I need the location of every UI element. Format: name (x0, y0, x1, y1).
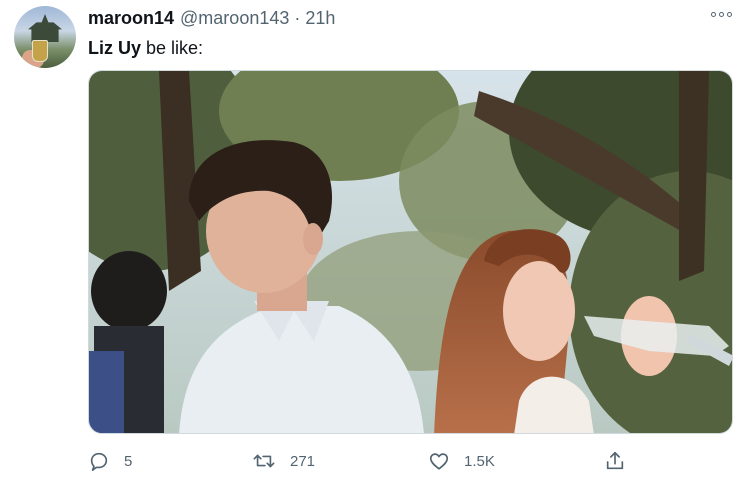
tweet-actions: 5 271 1.5K (88, 448, 648, 474)
timestamp[interactable]: 21h (305, 8, 335, 29)
more-dot (719, 12, 724, 17)
avatar[interactable] (14, 6, 76, 68)
avatar-castle (28, 14, 62, 42)
more-dot (711, 12, 716, 17)
heart-icon (429, 453, 449, 470)
more-options-icon[interactable] (711, 12, 732, 17)
retweet-icon (253, 454, 275, 468)
like-button[interactable]: 1.5K (428, 448, 495, 474)
separator-dot: · (294, 8, 301, 28)
more-dot (727, 12, 732, 17)
like-count: 1.5K (464, 452, 495, 470)
tweet-card[interactable]: maroon14 @maroon143 · 21h Liz Uy be like… (0, 0, 750, 485)
display-name[interactable]: maroon14 (88, 8, 174, 29)
share-button[interactable] (604, 448, 626, 474)
share-icon (606, 451, 624, 470)
reply-button[interactable]: 5 (88, 448, 132, 474)
photo-illustration (89, 71, 732, 433)
tweet-photo[interactable] (88, 70, 733, 434)
retweet-count: 271 (290, 452, 316, 470)
reply-icon (90, 452, 108, 471)
tweet-text: Liz Uy be like: (88, 38, 203, 59)
tweet-header: maroon14 @maroon143 · 21h (88, 8, 335, 32)
user-handle[interactable]: @maroon143 (180, 8, 289, 29)
tweet-text-bold[interactable]: Liz Uy (88, 38, 141, 58)
tweet-text-rest: be like: (141, 38, 204, 58)
avatar-glass (32, 40, 48, 62)
retweet-button[interactable]: 271 (252, 448, 315, 474)
reply-count: 5 (124, 452, 133, 470)
